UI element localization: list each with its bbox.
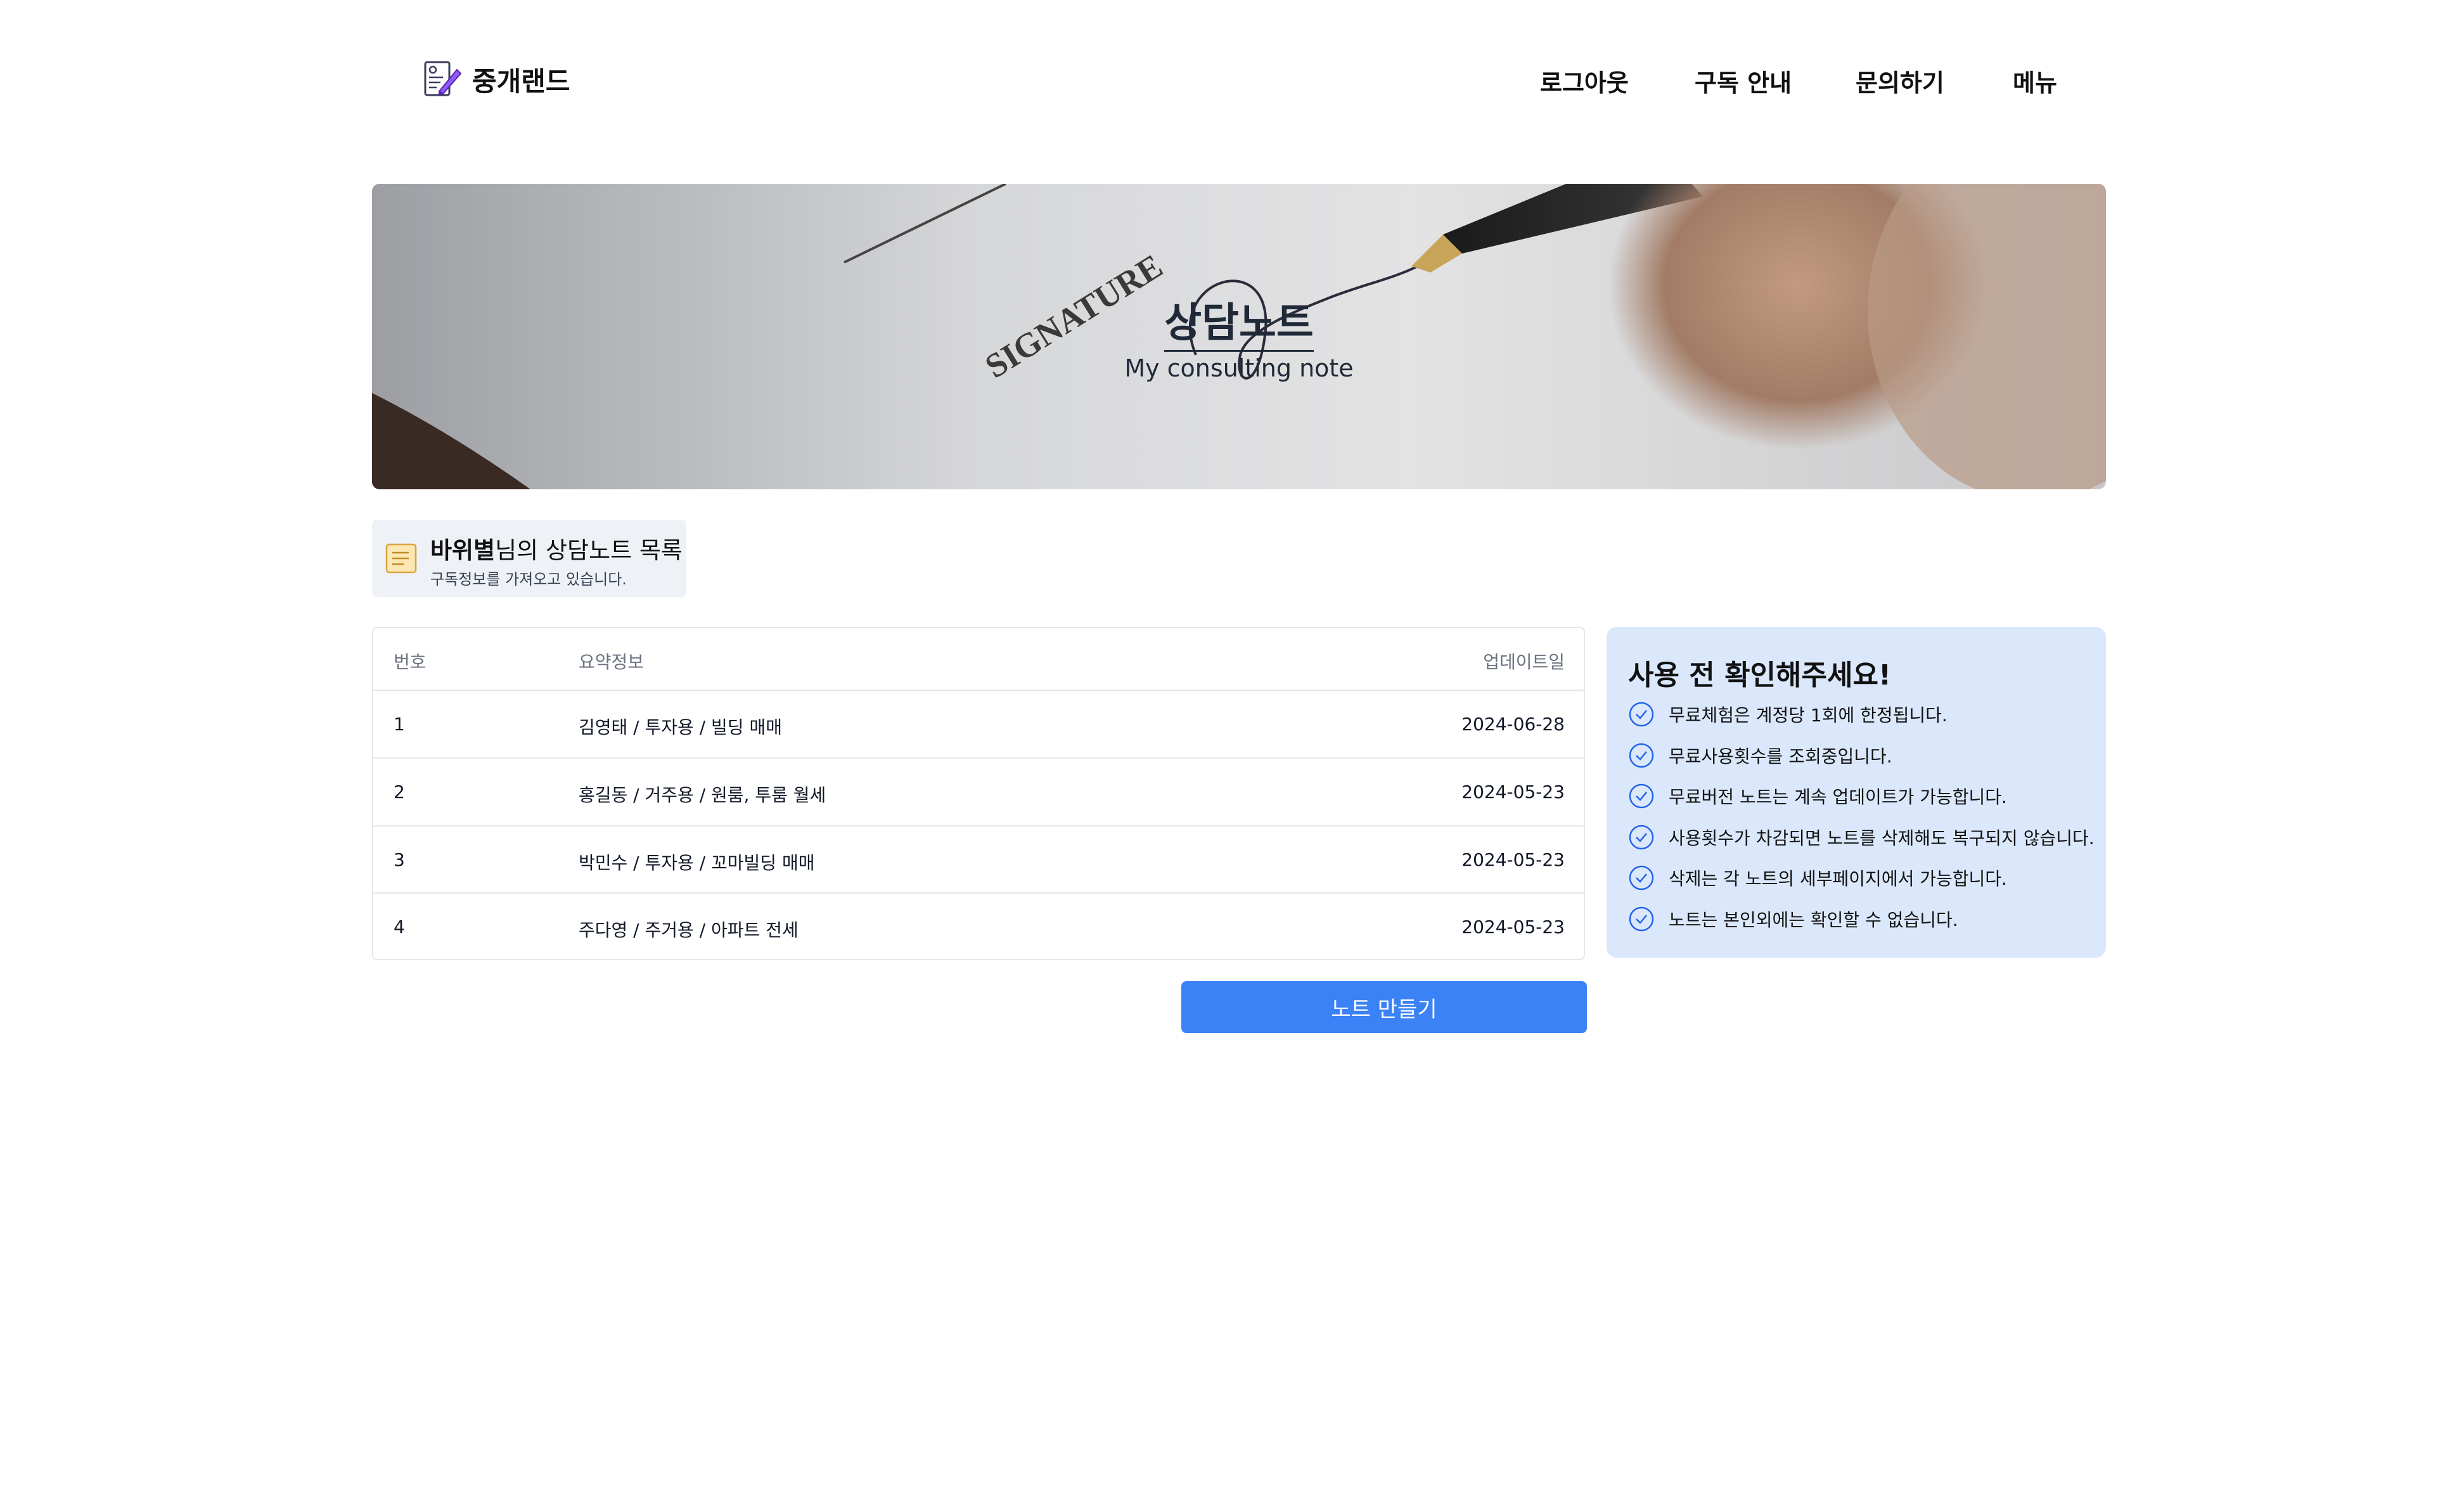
owner-name: 바위별 <box>430 537 496 564</box>
memo-note-icon <box>385 543 417 574</box>
notes-table: 번호 요약정보 업데이트일 1 김영태 / 투자용 / 빌딩 매매 2024-0… <box>372 627 1585 960</box>
notice-item-text: 삭제는 각 노트의 세부페이지에서 가능합니다. <box>1669 868 2007 890</box>
check-circle-icon <box>1629 784 1654 809</box>
notice-item: 노트는 본인외에는 확인할 수 없습니다. <box>1628 899 2095 940</box>
menu-link[interactable]: 메뉴 <box>2013 63 2057 98</box>
check-circle-icon <box>1629 743 1654 768</box>
nav-item-subscription[interactable]: 구독 안내 <box>1695 63 1792 98</box>
contact-link[interactable]: 문의하기 <box>1856 63 1944 98</box>
row-number: 3 <box>394 849 405 870</box>
nav-item-logout[interactable]: 로그아웃 <box>1540 63 1629 98</box>
owner-info-box: 바위별님의 상담노트 목록 구독정보를 가져오고 있습니다. <box>372 520 686 597</box>
banner-subtitle: My consulting note <box>1124 354 1354 382</box>
check-circle-icon <box>1629 866 1654 891</box>
notice-box: 사용 전 확인해주세요! 무료체험은 계정당 1회에 한정됩니다. 무료사용횟수… <box>1607 627 2106 958</box>
row-date: 2024-05-23 <box>1461 916 1565 937</box>
row-date: 2024-05-23 <box>1461 781 1565 802</box>
row-number: 2 <box>394 781 405 802</box>
row-summary[interactable]: 홍길동 / 거주용 / 원룸, 투룸 월세 <box>579 781 826 807</box>
column-header-number: 번호 <box>394 652 427 672</box>
nav-item-contact[interactable]: 문의하기 <box>1856 63 1944 98</box>
row-summary[interactable]: 박민수 / 투자용 / 꼬마빌딩 매매 <box>579 849 815 875</box>
table-row[interactable]: 4 주다영 / 주거용 / 아파트 전세 2024-05-23 <box>373 892 1584 960</box>
owner-list-title: 바위별님의 상담노트 목록 <box>430 531 683 565</box>
banner-title: 상담노트 <box>1164 290 1314 352</box>
column-header-updated: 업데이트일 <box>1483 652 1565 672</box>
table-row[interactable]: 3 박민수 / 투자용 / 꼬마빌딩 매매 2024-05-23 <box>373 825 1584 894</box>
notice-item: 삭제는 각 노트의 세부페이지에서 가능합니다. <box>1628 858 2095 899</box>
notice-item: 무료체험은 계정당 1회에 한정됩니다. <box>1628 694 2095 735</box>
nav-item-menu[interactable]: 메뉴 <box>2013 63 2057 98</box>
notice-item: 무료버전 노트는 계속 업데이트가 가능합니다. <box>1628 776 2095 817</box>
row-date: 2024-05-23 <box>1461 849 1565 870</box>
notice-item-text: 노트는 본인외에는 확인할 수 없습니다. <box>1669 909 1958 930</box>
subscription-status: 구독정보를 가져오고 있습니다. <box>430 570 627 588</box>
row-summary[interactable]: 김영태 / 투자용 / 빌딩 매매 <box>579 714 782 739</box>
hero-banner: SIGNATURE 상담노트 My consulting note <box>372 184 2106 489</box>
notice-item: 사용횟수가 차감되면 노트를 삭제해도 복구되지 않습니다. <box>1628 817 2095 858</box>
check-circle-icon <box>1629 906 1654 931</box>
create-note-button[interactable]: 노트 만들기 <box>1181 981 1587 1033</box>
check-circle-icon <box>1629 825 1654 849</box>
row-number: 4 <box>394 916 405 937</box>
subscription-link[interactable]: 구독 안내 <box>1695 63 1792 98</box>
banner-heading: 상담노트 My consulting note <box>372 290 2106 382</box>
notice-item: 무료사용횟수를 조회중입니다. <box>1628 735 2095 776</box>
check-circle-icon <box>1629 702 1654 727</box>
brand-logo[interactable]: 중개랜드 <box>421 58 570 100</box>
notice-item-text: 무료체험은 계정당 1회에 한정됩니다. <box>1669 705 1947 726</box>
notice-item-text: 무료사용횟수를 조회중입니다. <box>1669 745 1892 767</box>
logout-link[interactable]: 로그아웃 <box>1540 63 1629 98</box>
owner-title-suffix: 님의 상담노트 목록 <box>495 537 683 564</box>
document-pen-icon <box>424 61 462 96</box>
row-summary[interactable]: 주다영 / 주거용 / 아파트 전세 <box>579 916 799 942</box>
row-number: 1 <box>394 714 405 735</box>
table-row[interactable]: 2 홍길동 / 거주용 / 원룸, 투룸 월세 2024-05-23 <box>373 757 1584 826</box>
column-header-summary: 요약정보 <box>579 652 645 672</box>
notice-title: 사용 전 확인해주세요! <box>1628 659 1892 691</box>
row-date: 2024-06-28 <box>1461 714 1565 735</box>
notice-item-text: 무료버전 노트는 계속 업데이트가 가능합니다. <box>1669 787 2007 808</box>
table-row[interactable]: 1 김영태 / 투자용 / 빌딩 매매 2024-06-28 <box>373 690 1584 758</box>
notice-item-text: 사용횟수가 차감되면 노트를 삭제해도 복구되지 않습니다. <box>1669 827 2095 849</box>
notice-list: 무료체험은 계정당 1회에 한정됩니다. 무료사용횟수를 조회중입니다. 무료버… <box>1628 694 2095 939</box>
brand-name: 중개랜드 <box>472 65 570 97</box>
